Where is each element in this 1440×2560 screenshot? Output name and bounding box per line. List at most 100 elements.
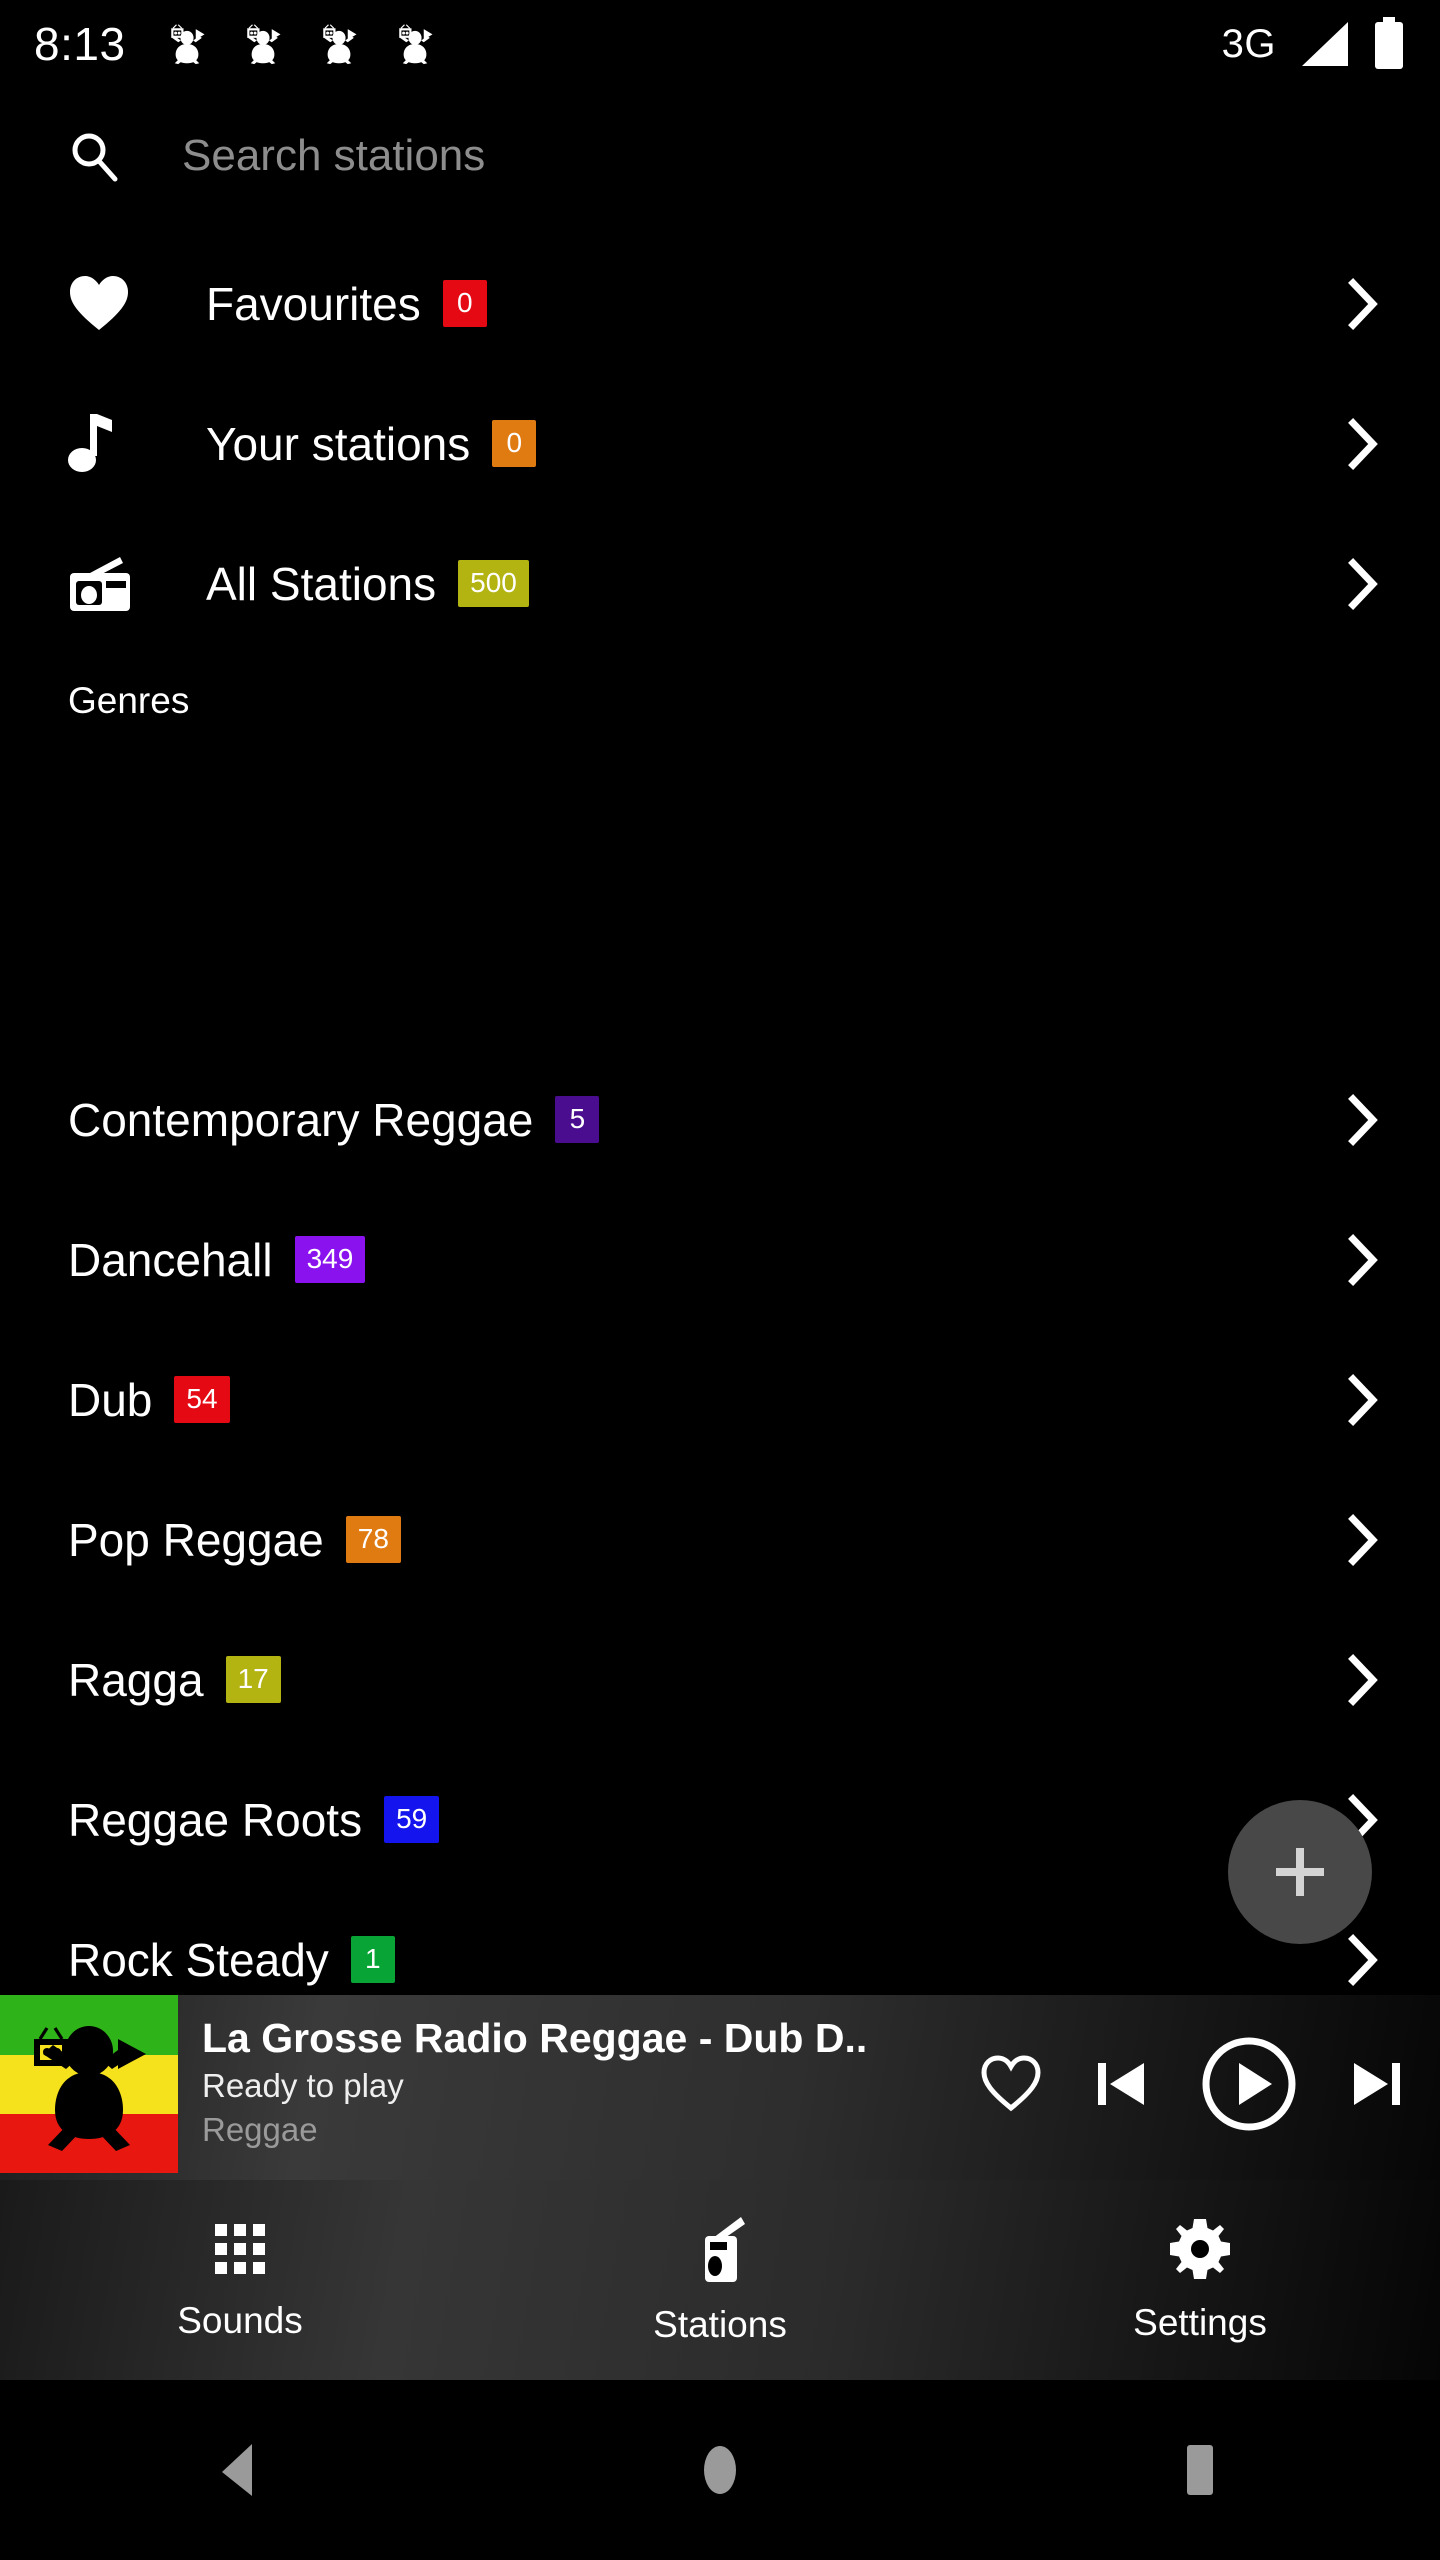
favourites-label: Favourites (206, 277, 421, 330)
radio-icon (705, 2217, 745, 2282)
nav-tab-sounds[interactable]: Sounds (0, 2218, 480, 2342)
genre-label: Rock Steady (68, 1933, 329, 1986)
heart-filled-icon (68, 275, 134, 333)
system-navigation-bar (0, 2380, 1440, 2560)
main-nav-list: Favourites 0 Your stations 0 All Station… (0, 234, 1440, 654)
status-badge: 5 (555, 1096, 600, 1144)
signal-triangle-icon (1302, 22, 1348, 66)
network-type-label: 3G (1221, 21, 1276, 66)
skip-next-icon[interactable] (1348, 2053, 1406, 2115)
genre-row-dancehall[interactable]: Dancehall 349 (0, 1190, 1440, 1330)
circle-home-icon (704, 2446, 736, 2494)
skip-previous-icon[interactable] (1092, 2053, 1150, 2115)
frog-silhouette-icon (34, 2026, 146, 2151)
your-stations-label: Your stations (206, 417, 471, 470)
genre-label-wrap: Contemporary Reggae 5 (68, 1093, 600, 1147)
genre-row-pop-reggae[interactable]: Pop Reggae 78 (0, 1470, 1440, 1610)
status-badge: 349 (294, 1236, 366, 1284)
app-notification-icon (398, 24, 433, 65)
grid-icon (215, 2224, 265, 2274)
search-bar[interactable] (0, 108, 1440, 204)
triangle-back-icon (222, 2444, 252, 2496)
status-badge: 1 (350, 1936, 395, 1984)
radio-icon (68, 555, 134, 613)
all-stations-label: All Stations (206, 557, 437, 610)
nav-tab-label: Settings (1133, 2302, 1267, 2343)
list-item-your-stations[interactable]: Your stations 0 (0, 374, 1440, 514)
chevron-right-icon[interactable] (1346, 1373, 1380, 1427)
square-recents-icon (1187, 2445, 1213, 2495)
status-bar-right: 3G (1222, 17, 1406, 71)
app-screen: 8:13 3G Search stations Favourites 0 You… (0, 0, 1440, 2560)
gear-icon (1170, 2219, 1230, 2279)
chevron-right-icon[interactable] (1346, 277, 1380, 331)
chevron-right-icon[interactable] (1346, 1653, 1380, 1707)
genre-label-wrap: Dancehall 349 (68, 1233, 366, 1287)
genre-label: Dub (68, 1373, 153, 1426)
status-badge: 500 (458, 560, 529, 608)
genre-label: Ragga (68, 1653, 204, 1706)
genre-label: Dancehall (68, 1233, 273, 1286)
list-item-label: Your stations 0 (206, 417, 537, 471)
add-station-fab[interactable] (1228, 1800, 1372, 1944)
nav-tab-label: Sounds (177, 2300, 303, 2341)
chevron-right-icon[interactable] (1346, 1933, 1380, 1987)
play-circle-icon[interactable] (1200, 2035, 1298, 2133)
chevron-right-icon[interactable] (1346, 1513, 1380, 1567)
genre-row-contemporary-reggae[interactable]: Contemporary Reggae 5 (0, 1050, 1440, 1190)
status-badge: 59 (384, 1796, 440, 1844)
list-item-label: All Stations 500 (206, 557, 529, 611)
plus-icon (1276, 1848, 1324, 1896)
genre-label-wrap: Dub 54 (68, 1373, 230, 1427)
bottom-navigation: Sounds Stations Settings (0, 2180, 1440, 2380)
genre-label: Contemporary Reggae (68, 1093, 534, 1146)
recents-button[interactable] (960, 2442, 1440, 2498)
status-badge: 17 (225, 1656, 281, 1704)
genre-row-ragga[interactable]: Ragga 17 (0, 1610, 1440, 1750)
genre-label-wrap: Rock Steady 1 (68, 1933, 395, 1987)
back-button[interactable] (0, 2441, 480, 2499)
list-item-all-stations[interactable]: All Stations 500 (0, 514, 1440, 654)
status-notification-icons (166, 23, 436, 65)
track-status: Ready to play (202, 2067, 404, 2105)
genre-label-wrap: Pop Reggae 78 (68, 1513, 401, 1567)
status-badge: 0 (492, 420, 537, 468)
status-bar: 8:13 3G (0, 0, 1440, 88)
status-clock: 8:13 (34, 18, 126, 70)
nav-tab-stations[interactable]: Stations (480, 2214, 960, 2346)
chevron-right-icon[interactable] (1346, 1093, 1380, 1147)
home-button[interactable] (480, 2441, 960, 2499)
genre-label: Pop Reggae (68, 1513, 324, 1566)
player-controls (980, 1995, 1440, 2173)
genres-list: Contemporary Reggae 5 Dancehall 349 Dub 54 (0, 1050, 1440, 2030)
track-info: La Grosse Radio Reggae - Dub D.. Ready t… (202, 1995, 867, 2148)
chevron-right-icon[interactable] (1346, 1233, 1380, 1287)
status-badge: 54 (174, 1376, 230, 1424)
track-genre: Reggae (202, 2111, 318, 2149)
heart-outline-icon[interactable] (980, 2055, 1042, 2113)
app-notification-icon (170, 24, 205, 65)
track-title: La Grosse Radio Reggae - Dub D.. (202, 2015, 868, 2061)
genre-row-dub[interactable]: Dub 54 (0, 1330, 1440, 1470)
now-playing-bar[interactable]: La Grosse Radio Reggae - Dub D.. Ready t… (0, 1995, 1440, 2180)
album-artwork (0, 1995, 178, 2173)
battery-full-icon (1375, 17, 1403, 69)
search-input[interactable] (182, 131, 1082, 181)
genres-section-header: Genres (68, 680, 190, 721)
genre-label-wrap: Ragga 17 (68, 1653, 281, 1707)
music-note-icon (68, 412, 134, 476)
search-icon[interactable] (68, 130, 120, 182)
app-notification-icon (322, 24, 357, 65)
chevron-right-icon[interactable] (1346, 417, 1380, 471)
list-item-favourites[interactable]: Favourites 0 (0, 234, 1440, 374)
nav-tab-label: Stations (653, 2304, 787, 2345)
status-badge: 78 (345, 1516, 401, 1564)
genre-row-reggae-roots[interactable]: Reggae Roots 59 (0, 1750, 1440, 1890)
app-notification-icon (246, 24, 281, 65)
genre-label-wrap: Reggae Roots 59 (68, 1793, 440, 1847)
status-badge: 0 (442, 280, 487, 328)
genre-label: Reggae Roots (68, 1793, 363, 1846)
list-item-label: Favourites 0 (206, 277, 487, 331)
chevron-right-icon[interactable] (1346, 557, 1380, 611)
nav-tab-settings[interactable]: Settings (960, 2216, 1440, 2344)
